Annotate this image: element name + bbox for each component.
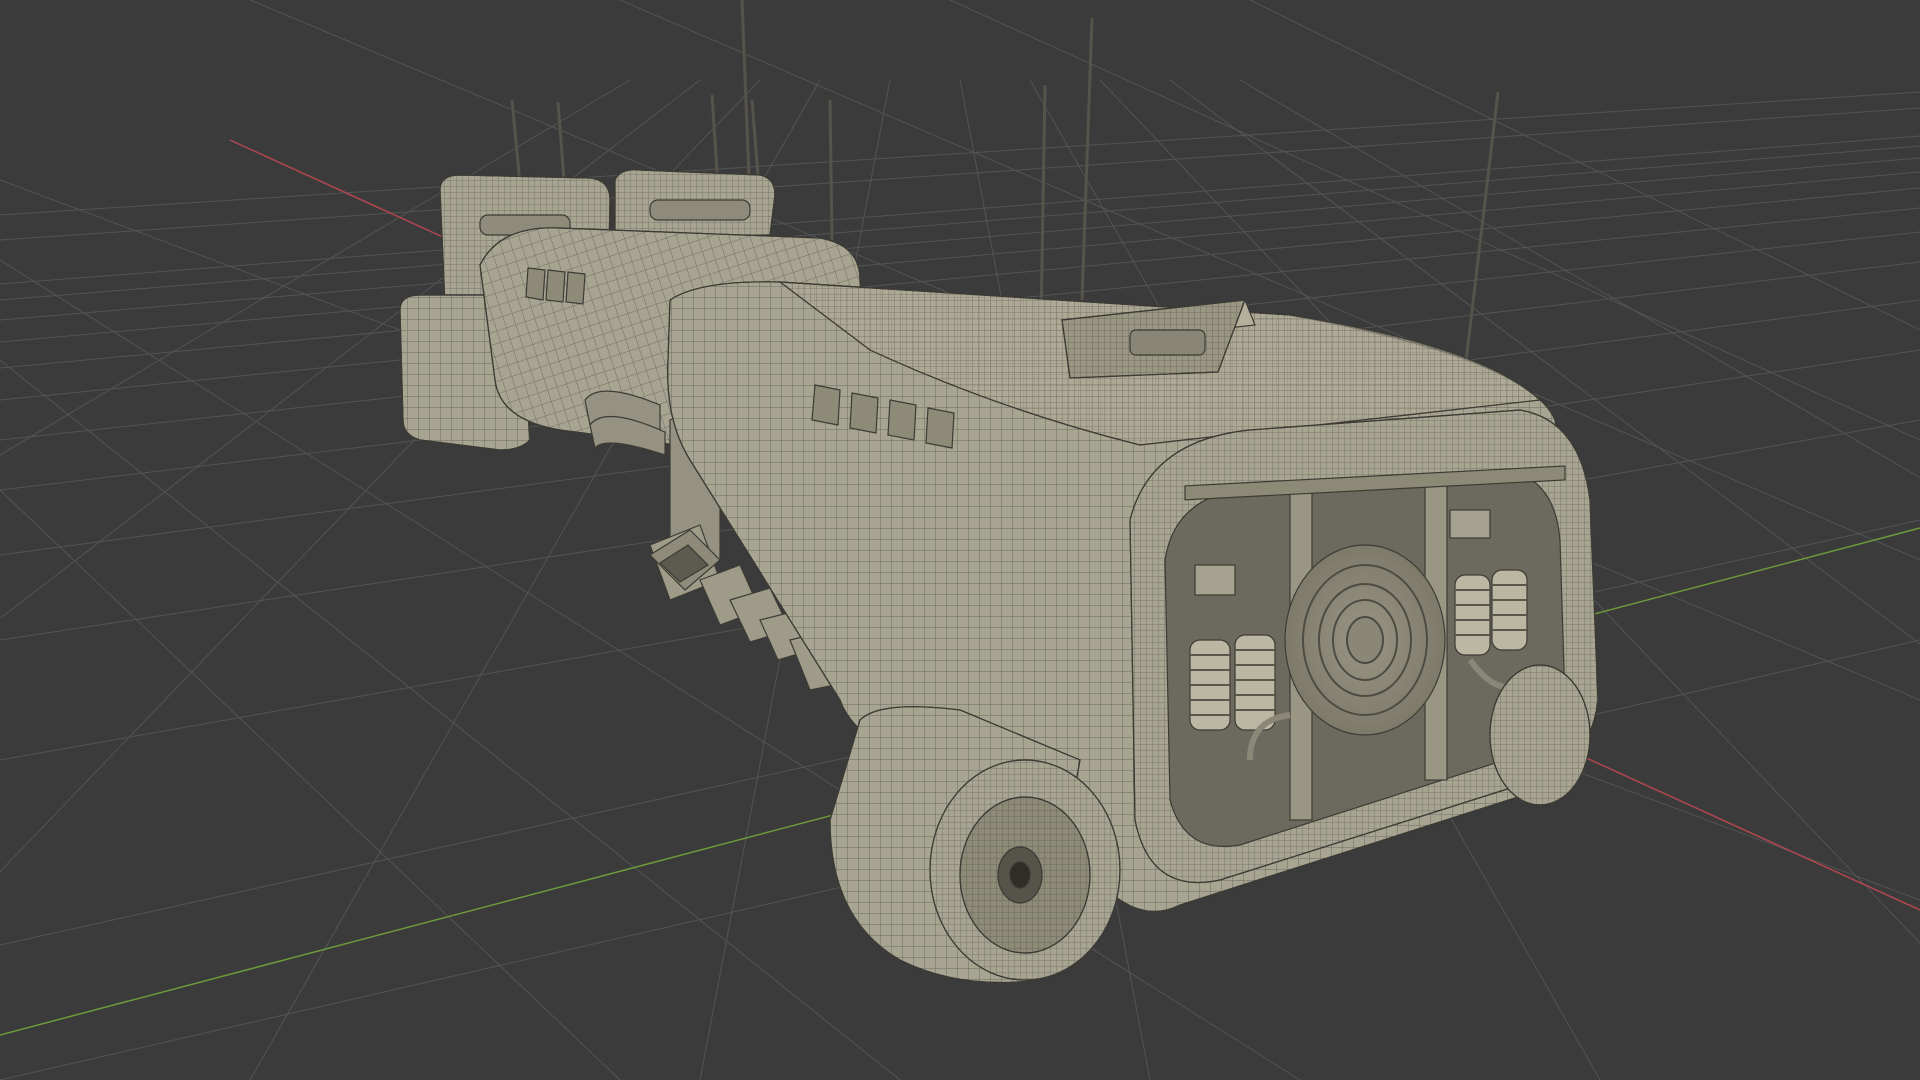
vehicle-model[interactable] bbox=[399, 0, 1599, 984]
rear-thruster-right[interactable] bbox=[1489, 664, 1591, 806]
central-turbine bbox=[1284, 544, 1446, 736]
viewport-canvas[interactable] bbox=[0, 0, 1920, 1080]
rear-engine-bay[interactable] bbox=[1129, 409, 1599, 884]
3d-viewport[interactable] bbox=[0, 0, 1920, 1080]
